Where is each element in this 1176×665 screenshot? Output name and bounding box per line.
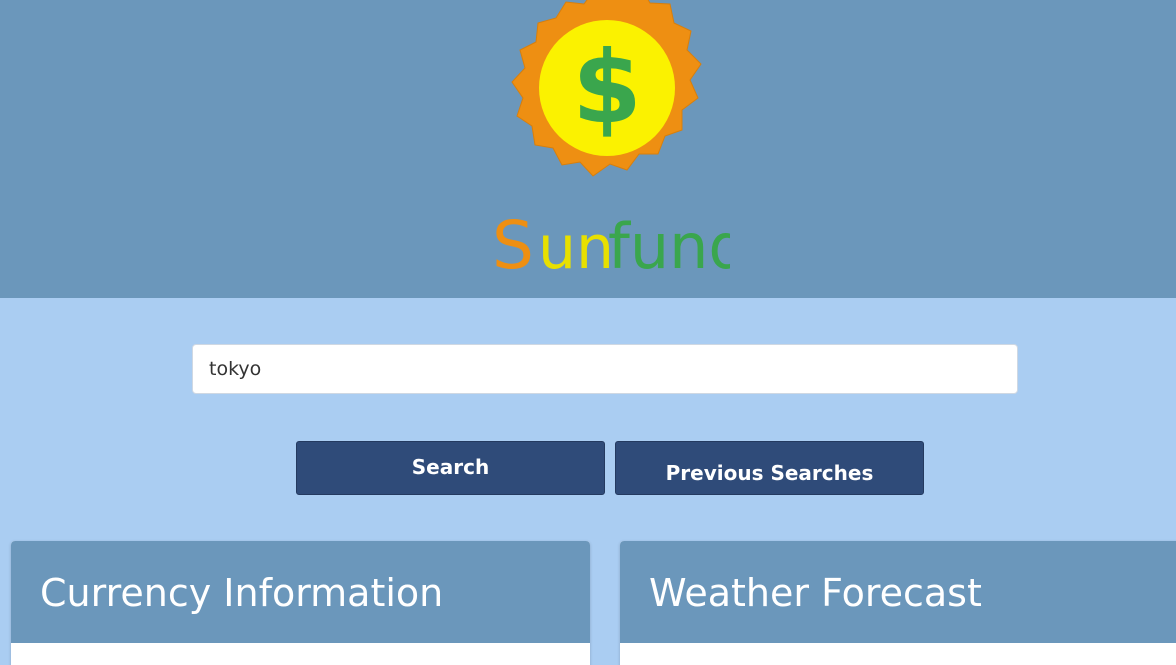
logo-wordmark-un: un	[538, 213, 614, 280]
search-input[interactable]	[192, 344, 1018, 394]
logo-wordmark-fund: fund	[608, 210, 730, 280]
sunfund-logo: $ S un fund	[492, 0, 730, 280]
currency-card: Currency Information	[11, 541, 590, 665]
previous-searches-button[interactable]: Previous Searches	[615, 441, 924, 495]
logo-wordmark-s: S	[492, 207, 534, 280]
dollar-icon: $	[572, 29, 642, 146]
search-button[interactable]: Search	[296, 441, 605, 495]
currency-card-title: Currency Information	[40, 571, 444, 615]
currency-card-header: Currency Information	[11, 541, 590, 643]
weather-card: Weather Forecast	[620, 541, 1176, 665]
weather-card-title: Weather Forecast	[649, 571, 982, 615]
weather-card-header: Weather Forecast	[620, 541, 1176, 643]
page-header: $ S un fund	[0, 0, 1176, 298]
